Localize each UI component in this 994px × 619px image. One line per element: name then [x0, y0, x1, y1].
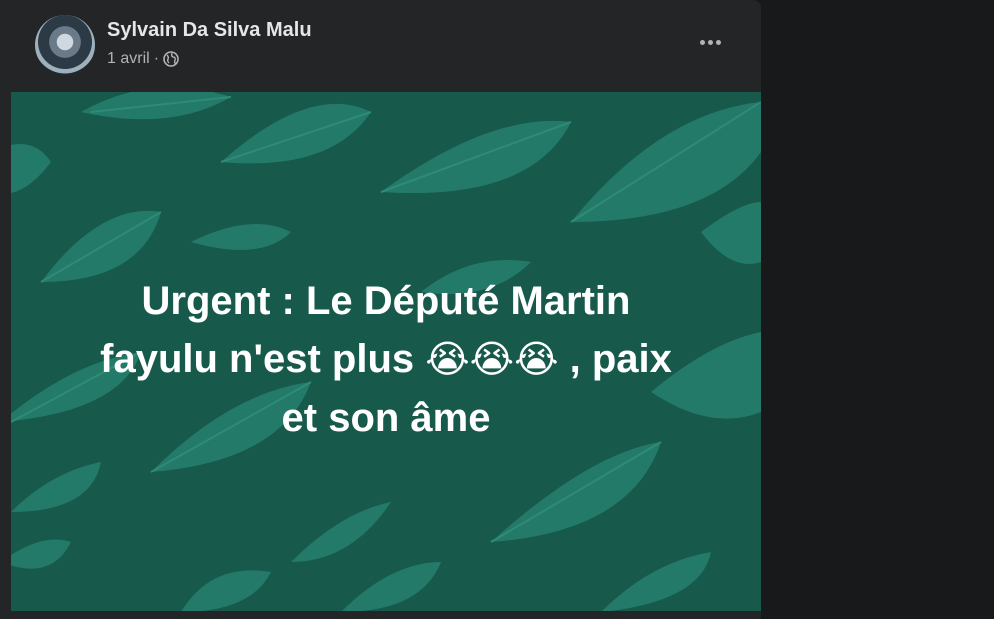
post-meta: 1 avril · [107, 50, 179, 68]
post-header: Sylvain Da Silva Malu 1 avril · [0, 0, 761, 92]
more-dot [699, 39, 705, 45]
more-dot [707, 39, 713, 45]
message-line-2-text: fayulu n'est plus [100, 337, 415, 381]
more-options-button[interactable] [693, 30, 727, 54]
more-dot [715, 39, 721, 45]
globe-icon[interactable] [163, 51, 179, 67]
post-date[interactable]: 1 avril [107, 50, 150, 68]
text-background-card[interactable]: Urgent : Le Député Martin fayulu n'est p… [11, 92, 761, 611]
author-avatar[interactable] [35, 15, 95, 75]
crying-face-emoji: 😭😭😭 [425, 339, 559, 381]
message-line-1: Urgent : Le Député Martin [141, 279, 631, 323]
meta-separator: · [153, 50, 160, 67]
message-line-2: fayulu n'est plus 😭😭😭 , paix [51, 330, 721, 389]
message-line-2-tail: , paix [569, 337, 672, 381]
message-line-3: et son âme [281, 396, 491, 440]
author-name[interactable]: Sylvain Da Silva Malu [107, 19, 312, 42]
post-card: Sylvain Da Silva Malu 1 avril · Urgent:… [0, 0, 761, 619]
post-message: Urgent : Le Député Martin fayulu n'est p… [51, 272, 721, 447]
